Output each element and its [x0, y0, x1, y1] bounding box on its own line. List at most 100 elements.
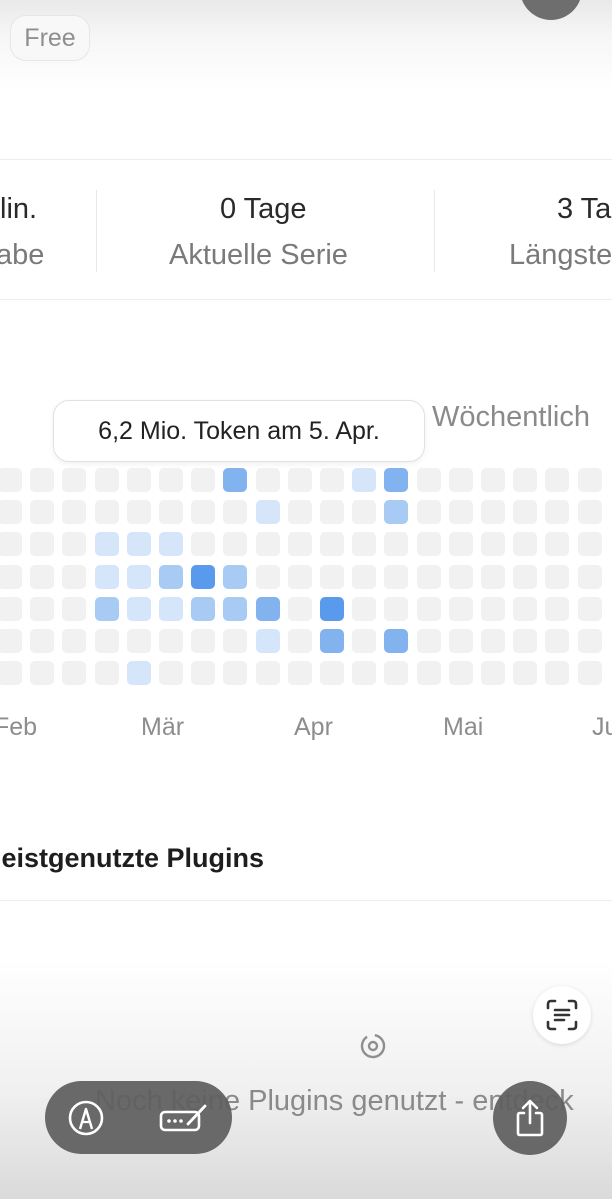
heatmap-cell[interactable] [416, 596, 441, 621]
heatmap-cell[interactable] [287, 564, 312, 589]
heatmap-cell[interactable] [255, 468, 280, 492]
heatmap-cell[interactable] [448, 629, 473, 653]
heatmap-cell[interactable] [159, 564, 183, 589]
share-button[interactable] [493, 1081, 567, 1155]
heatmap-cell[interactable] [287, 661, 312, 686]
heatmap-cell[interactable] [94, 629, 119, 653]
heatmap-cell[interactable] [384, 532, 409, 557]
heatmap-cell[interactable] [255, 532, 280, 557]
heatmap-cell[interactable] [62, 661, 87, 686]
heatmap-cell[interactable] [320, 661, 344, 686]
heatmap-cell[interactable] [545, 500, 570, 525]
heatmap-cell[interactable] [481, 500, 505, 525]
heatmap-cell[interactable] [481, 596, 505, 621]
heatmap-cell[interactable] [577, 564, 602, 589]
heatmap-cell[interactable] [384, 661, 409, 686]
heatmap-cell[interactable] [320, 629, 344, 653]
heatmap-cell[interactable] [545, 468, 570, 492]
heatmap-cell[interactable] [352, 564, 377, 589]
heatmap-cell[interactable] [577, 468, 602, 492]
heatmap-cell[interactable] [287, 596, 312, 621]
heatmap-cell[interactable] [223, 661, 248, 686]
heatmap-cell[interactable] [416, 661, 441, 686]
heatmap-cell[interactable] [0, 500, 22, 525]
heatmap-cell[interactable] [94, 564, 119, 589]
heatmap-cell[interactable] [352, 532, 377, 557]
heatmap-cell[interactable] [287, 629, 312, 653]
heatmap-cell[interactable] [0, 564, 22, 589]
heatmap-cell[interactable] [94, 661, 119, 686]
heatmap-cell[interactable] [320, 596, 344, 621]
heatmap-cell[interactable] [126, 532, 151, 557]
heatmap-cell[interactable] [223, 500, 248, 525]
heatmap-cell[interactable] [255, 564, 280, 589]
heatmap-cell[interactable] [159, 629, 183, 653]
heatmap-cell[interactable] [255, 629, 280, 653]
heatmap-cell[interactable] [384, 596, 409, 621]
heatmap-cell[interactable] [30, 661, 55, 686]
heatmap-cell[interactable] [416, 500, 441, 525]
heatmap-cell[interactable] [126, 564, 151, 589]
heatmap-cell[interactable] [159, 596, 183, 621]
heatmap-cell[interactable] [223, 629, 248, 653]
heatmap-cell[interactable] [30, 629, 55, 653]
heatmap-cell[interactable] [30, 500, 55, 525]
heatmap-cell[interactable] [545, 661, 570, 686]
heatmap-cell[interactable] [513, 596, 538, 621]
heatmap-cell[interactable] [223, 596, 248, 621]
heatmap-cell[interactable] [62, 532, 87, 557]
heatmap-cell[interactable] [62, 500, 87, 525]
heatmap-cell[interactable] [191, 564, 216, 589]
heatmap-cell[interactable] [481, 629, 505, 653]
heatmap-cell[interactable] [191, 661, 216, 686]
heatmap-cell[interactable] [223, 468, 248, 492]
heatmap-cell[interactable] [30, 532, 55, 557]
heatmap-cell[interactable] [448, 564, 473, 589]
heatmap-cell[interactable] [481, 564, 505, 589]
heatmap-cell[interactable] [513, 468, 538, 492]
heatmap-cell[interactable] [191, 468, 216, 492]
heatmap-cell[interactable] [255, 661, 280, 686]
heatmap-cell[interactable] [513, 661, 538, 686]
heatmap-cell[interactable] [191, 500, 216, 525]
heatmap-cell[interactable] [545, 596, 570, 621]
heatmap-cell[interactable] [320, 532, 344, 557]
heatmap-cell[interactable] [416, 468, 441, 492]
markup-pen-button[interactable] [65, 1097, 107, 1139]
heatmap-cell[interactable] [30, 564, 55, 589]
heatmap-cell[interactable] [513, 629, 538, 653]
heatmap-cell[interactable] [384, 629, 409, 653]
heatmap-cell[interactable] [30, 596, 55, 621]
heatmap-cell[interactable] [94, 468, 119, 492]
heatmap-cell[interactable] [30, 468, 55, 492]
heatmap-cell[interactable] [126, 468, 151, 492]
heatmap-cell[interactable] [352, 596, 377, 621]
heatmap-cell[interactable] [0, 629, 22, 653]
heatmap-cell[interactable] [481, 661, 505, 686]
heatmap-cell[interactable] [320, 468, 344, 492]
heatmap-cell[interactable] [352, 468, 377, 492]
heatmap-cell[interactable] [94, 532, 119, 557]
heatmap-cell[interactable] [577, 629, 602, 653]
heatmap-cell[interactable] [255, 596, 280, 621]
heatmap-cell[interactable] [513, 500, 538, 525]
heatmap-cell[interactable] [159, 500, 183, 525]
heatmap-cell[interactable] [352, 629, 377, 653]
heatmap-cell[interactable] [0, 532, 22, 557]
signature-button[interactable] [157, 1097, 211, 1139]
heatmap-cell[interactable] [416, 532, 441, 557]
heatmap-cell[interactable] [287, 500, 312, 525]
heatmap-cell[interactable] [320, 564, 344, 589]
period-toggle[interactable]: Wöchentlich [432, 401, 590, 434]
heatmap-cell[interactable] [223, 532, 248, 557]
heatmap-cell[interactable] [0, 468, 22, 492]
heatmap-cell[interactable] [159, 468, 183, 492]
heatmap-cell[interactable] [159, 661, 183, 686]
heatmap-cell[interactable] [191, 629, 216, 653]
live-text-button[interactable] [533, 986, 591, 1044]
heatmap-cell[interactable] [126, 661, 151, 686]
heatmap-cell[interactable] [0, 596, 22, 621]
heatmap-cell[interactable] [287, 468, 312, 492]
heatmap-cell[interactable] [352, 500, 377, 525]
heatmap-cell[interactable] [416, 629, 441, 653]
